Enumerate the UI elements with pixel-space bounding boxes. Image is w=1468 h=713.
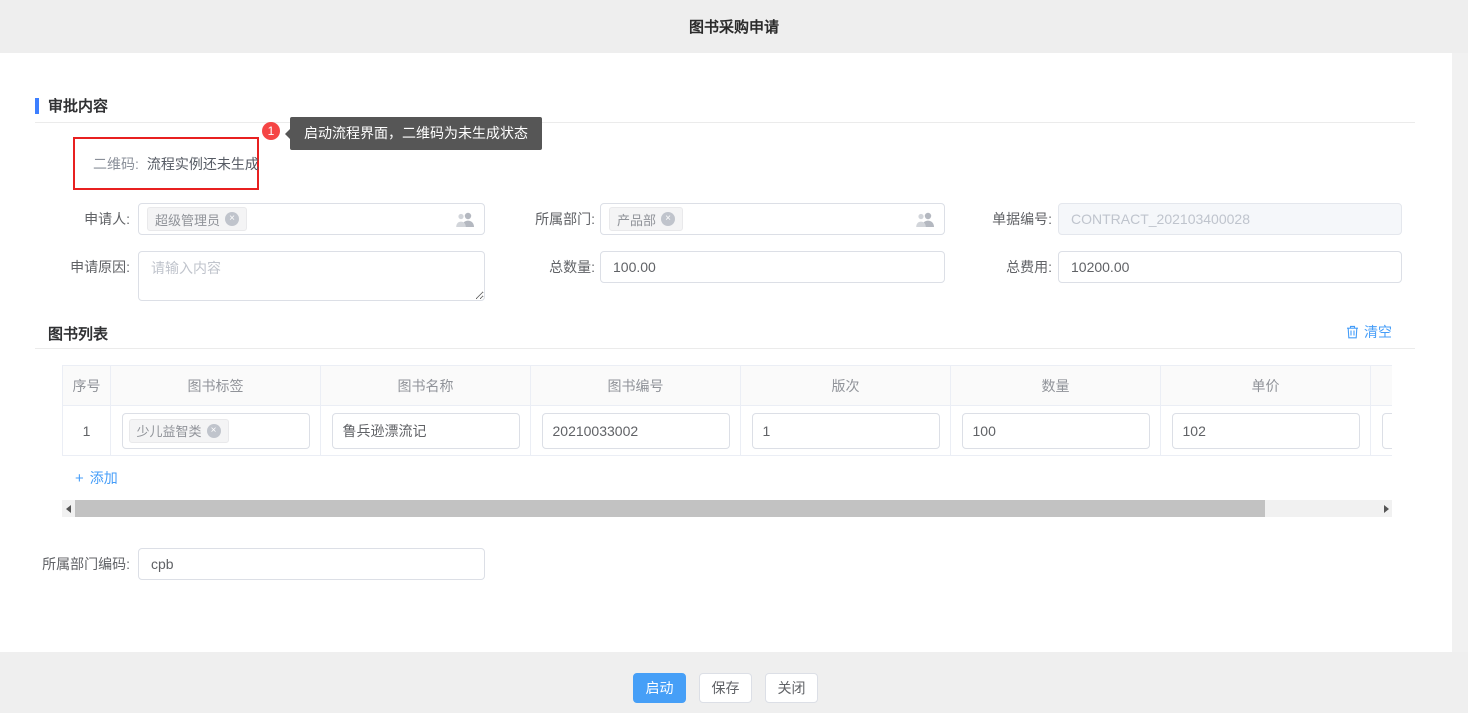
page-header: 图书采购申请 <box>0 0 1468 53</box>
add-label: 添加 <box>90 468 118 488</box>
dept-code-label: 所属部门编码: <box>20 548 130 580</box>
clear-label: 清空 <box>1364 322 1392 342</box>
approval-section-title: 审批内容 <box>48 95 108 116</box>
book-quantity-input[interactable] <box>962 413 1150 449</box>
book-table: 序号 图书标签 图书名称 图书编号 版次 数量 单价 1 少儿益 <box>62 365 1392 456</box>
book-edition-input[interactable] <box>752 413 940 449</box>
book-name-input[interactable] <box>332 413 520 449</box>
scrollbar-thumb[interactable] <box>75 500 1265 517</box>
applicant-tag-remove-icon[interactable]: × <box>225 212 239 226</box>
book-price-input[interactable] <box>1172 413 1360 449</box>
doc-no-input <box>1058 203 1402 235</box>
reason-textarea[interactable] <box>138 251 485 301</box>
close-button[interactable]: 关闭 <box>765 673 818 703</box>
department-tag-remove-icon[interactable]: × <box>661 212 675 226</box>
total-qty-label: 总数量: <box>505 251 595 283</box>
approval-section-header: 审批内容 <box>35 95 108 116</box>
department-picker-icon[interactable] <box>915 212 936 227</box>
reason-label: 申请原因: <box>40 251 130 283</box>
col-price: 单价 <box>1161 366 1371 406</box>
total-qty-input[interactable] <box>600 251 945 283</box>
qrcode-label: 二维码: <box>93 154 139 174</box>
section-accent-bar <box>35 98 39 114</box>
department-input[interactable]: 产品部 × <box>600 203 945 235</box>
total-cost-label: 总费用: <box>962 251 1052 283</box>
book-code-input[interactable] <box>542 413 730 449</box>
clear-button[interactable]: 清空 <box>1346 322 1392 342</box>
annotation-badge: 1 <box>262 122 280 140</box>
col-code: 图书编号 <box>531 366 741 406</box>
start-button[interactable]: 启动 <box>633 673 686 703</box>
book-list-divider <box>35 348 1415 349</box>
qrcode-annotation-box: 二维码: 流程实例还未生成 <box>73 137 259 190</box>
col-tag: 图书标签 <box>111 366 321 406</box>
department-label: 所属部门: <box>505 203 595 235</box>
people-picker-icon[interactable] <box>455 212 476 227</box>
qrcode-status-text: 流程实例还未生成 <box>147 154 259 174</box>
applicant-input[interactable]: 超级管理员 × <box>138 203 485 235</box>
plus-icon: + <box>75 470 84 487</box>
table-row: 1 少儿益智类 × <box>63 406 1393 456</box>
page-title: 图书采购申请 <box>689 16 779 37</box>
department-tag: 产品部 × <box>609 207 683 231</box>
scroll-right-arrow-icon[interactable] <box>1380 500 1392 517</box>
scroll-left-arrow-icon[interactable] <box>62 500 74 517</box>
table-header-row: 序号 图书标签 图书名称 图书编号 版次 数量 单价 <box>63 366 1393 406</box>
doc-no-label: 单据编号: <box>962 203 1052 235</box>
add-row-button[interactable]: + 添加 <box>75 468 118 488</box>
col-edition: 版次 <box>741 366 951 406</box>
book-list-header: 图书列表 <box>48 323 108 344</box>
applicant-label: 申请人: <box>40 203 130 235</box>
row-index: 1 <box>63 406 111 456</box>
book-tag-remove-icon[interactable]: × <box>207 424 221 438</box>
col-quantity: 数量 <box>951 366 1161 406</box>
book-table-wrapper: 序号 图书标签 图书名称 图书编号 版次 数量 单价 1 少儿益 <box>62 365 1392 457</box>
book-partial-input[interactable] <box>1382 413 1393 449</box>
trash-icon <box>1346 325 1359 339</box>
save-button[interactable]: 保存 <box>699 673 752 703</box>
applicant-tag: 超级管理员 × <box>147 207 247 231</box>
col-name: 图书名称 <box>321 366 531 406</box>
total-cost-input[interactable] <box>1058 251 1402 283</box>
vertical-scrollbar[interactable] <box>1452 53 1468 652</box>
book-tag: 少儿益智类 × <box>129 419 229 443</box>
book-tag-input[interactable]: 少儿益智类 × <box>122 413 310 449</box>
book-list-title: 图书列表 <box>48 323 108 344</box>
page: 图书采购申请 审批内容 二维码: 流程实例还未生成 1 启动流程界面，二维码为未… <box>0 0 1468 713</box>
footer-bar: 启动 保存 关闭 <box>0 652 1468 713</box>
annotation-tooltip: 启动流程界面，二维码为未生成状态 <box>290 117 542 150</box>
section-divider <box>35 122 1415 123</box>
col-index: 序号 <box>63 366 111 406</box>
dept-code-input[interactable] <box>138 548 485 580</box>
col-partial <box>1371 366 1393 406</box>
horizontal-scrollbar[interactable] <box>62 500 1392 517</box>
